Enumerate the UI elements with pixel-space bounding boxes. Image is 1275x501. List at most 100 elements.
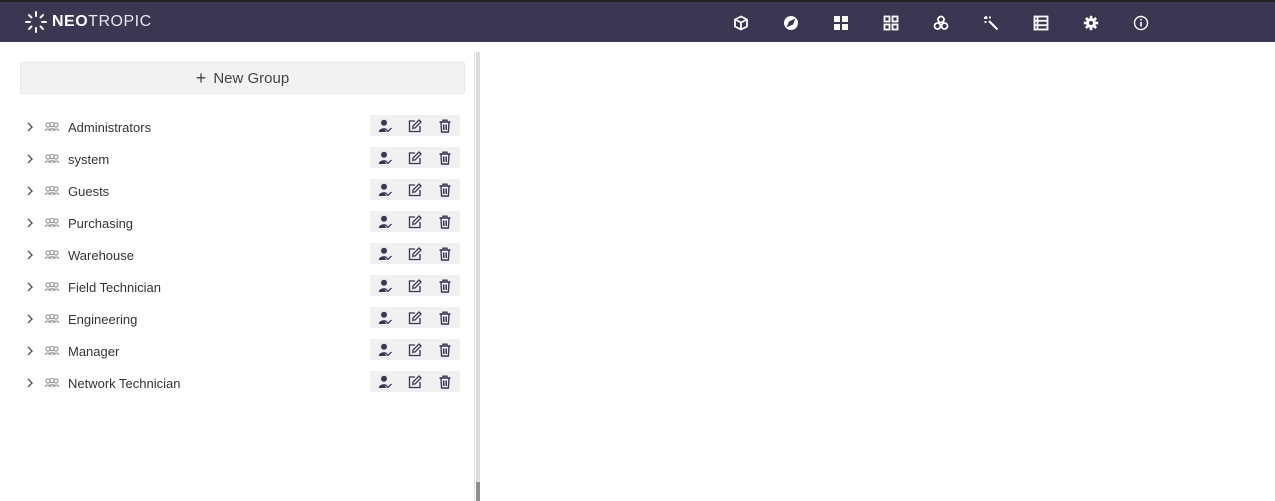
group-row: Field Technician	[20, 271, 460, 303]
list-icon	[1033, 15, 1049, 31]
user-check-icon	[378, 343, 392, 357]
edit-group-button[interactable]	[404, 307, 426, 328]
scrollbar-track[interactable]	[476, 52, 480, 501]
expand-chevron-icon[interactable]	[20, 303, 40, 335]
group-actions	[370, 371, 460, 392]
nav-compass-button[interactable]	[766, 2, 816, 44]
group-actions	[370, 307, 460, 328]
user-check-icon	[378, 215, 392, 229]
new-group-button[interactable]: + New Group	[20, 62, 465, 94]
expand-chevron-icon[interactable]	[20, 239, 40, 271]
group-label[interactable]: Engineering	[68, 312, 137, 327]
edit-icon	[408, 374, 422, 388]
group-label[interactable]: system	[68, 152, 109, 167]
nav-wand-button[interactable]	[966, 2, 1016, 44]
group-row: Warehouse	[20, 239, 460, 271]
assign-users-button[interactable]	[374, 179, 396, 200]
group-label[interactable]: Purchasing	[68, 216, 133, 231]
users-group-icon	[42, 271, 62, 303]
group-row: Administrators	[20, 111, 460, 143]
nav-settings-button[interactable]	[1066, 2, 1116, 44]
expand-chevron-icon[interactable]	[20, 111, 40, 143]
trash-icon	[439, 119, 451, 133]
edit-group-button[interactable]	[404, 147, 426, 168]
dashboard-icon	[834, 16, 848, 30]
edit-icon	[408, 342, 422, 356]
delete-group-button[interactable]	[434, 371, 456, 392]
group-actions	[370, 339, 460, 360]
assign-users-button[interactable]	[374, 147, 396, 168]
edit-group-button[interactable]	[404, 243, 426, 264]
assign-users-button[interactable]	[374, 339, 396, 360]
scrollbar-thumb[interactable]	[476, 482, 480, 501]
app-logo[interactable]: NEOTROPIC	[24, 9, 152, 35]
group-label[interactable]: Administrators	[68, 120, 151, 135]
cube-icon	[734, 15, 748, 31]
trash-icon	[439, 343, 451, 357]
edit-group-button[interactable]	[404, 275, 426, 296]
user-check-icon	[378, 247, 392, 261]
assign-users-button[interactable]	[374, 275, 396, 296]
delete-group-button[interactable]	[434, 147, 456, 168]
delete-group-button[interactable]	[434, 307, 456, 328]
delete-group-button[interactable]	[434, 115, 456, 136]
user-check-icon	[378, 151, 392, 165]
delete-group-button[interactable]	[434, 211, 456, 232]
group-row: Network Technician	[20, 367, 460, 399]
edit-icon	[408, 150, 422, 164]
group-actions	[370, 147, 460, 168]
delete-group-button[interactable]	[434, 243, 456, 264]
nav-grid-button[interactable]	[866, 2, 916, 44]
assign-users-button[interactable]	[374, 243, 396, 264]
nav-info-button[interactable]	[1116, 2, 1166, 44]
expand-chevron-icon[interactable]	[20, 207, 40, 239]
user-check-icon	[378, 183, 392, 197]
edit-group-button[interactable]	[404, 179, 426, 200]
assign-users-button[interactable]	[374, 115, 396, 136]
assign-users-button[interactable]	[374, 371, 396, 392]
user-check-icon	[378, 311, 392, 325]
edit-group-button[interactable]	[404, 371, 426, 392]
delete-group-button[interactable]	[434, 339, 456, 360]
users-group-icon	[42, 143, 62, 175]
expand-chevron-icon[interactable]	[20, 335, 40, 367]
users-group-icon	[42, 207, 62, 239]
edit-group-button[interactable]	[404, 211, 426, 232]
nav-nodes-button[interactable]	[916, 2, 966, 44]
magic-wand-icon	[984, 16, 999, 31]
assign-users-button[interactable]	[374, 307, 396, 328]
edit-icon	[408, 278, 422, 292]
expand-chevron-icon[interactable]	[20, 367, 40, 399]
edit-icon	[408, 246, 422, 260]
expand-chevron-icon[interactable]	[20, 271, 40, 303]
nav-dashboard-button[interactable]	[816, 2, 866, 44]
group-row: system	[20, 143, 460, 175]
nav-list-button[interactable]	[1016, 2, 1066, 44]
delete-group-button[interactable]	[434, 179, 456, 200]
group-label[interactable]: Field Technician	[68, 280, 161, 295]
assign-users-button[interactable]	[374, 211, 396, 232]
grid-outline-icon	[883, 15, 899, 31]
edit-group-button[interactable]	[404, 115, 426, 136]
group-label[interactable]: Network Technician	[68, 376, 180, 391]
expand-chevron-icon[interactable]	[20, 143, 40, 175]
logo-text-light: TROPIC	[88, 13, 152, 30]
group-label[interactable]: Manager	[68, 344, 119, 359]
nav-icon-bar	[716, 2, 1166, 44]
group-label[interactable]: Guests	[68, 184, 109, 199]
plus-icon: +	[195, 68, 207, 88]
share-nodes-icon	[933, 15, 949, 30]
panel-scrollbar[interactable]	[474, 52, 480, 501]
group-row: Guests	[20, 175, 460, 207]
trash-icon	[439, 311, 451, 325]
group-actions	[370, 243, 460, 264]
group-row: Purchasing	[20, 207, 460, 239]
delete-group-button[interactable]	[434, 275, 456, 296]
trash-icon	[439, 375, 451, 389]
group-label[interactable]: Warehouse	[68, 248, 134, 263]
nav-cube-button[interactable]	[716, 2, 766, 44]
edit-group-button[interactable]	[404, 339, 426, 360]
expand-chevron-icon[interactable]	[20, 175, 40, 207]
logo-wordmark: NEOTROPIC	[52, 13, 152, 31]
group-actions	[370, 211, 460, 232]
